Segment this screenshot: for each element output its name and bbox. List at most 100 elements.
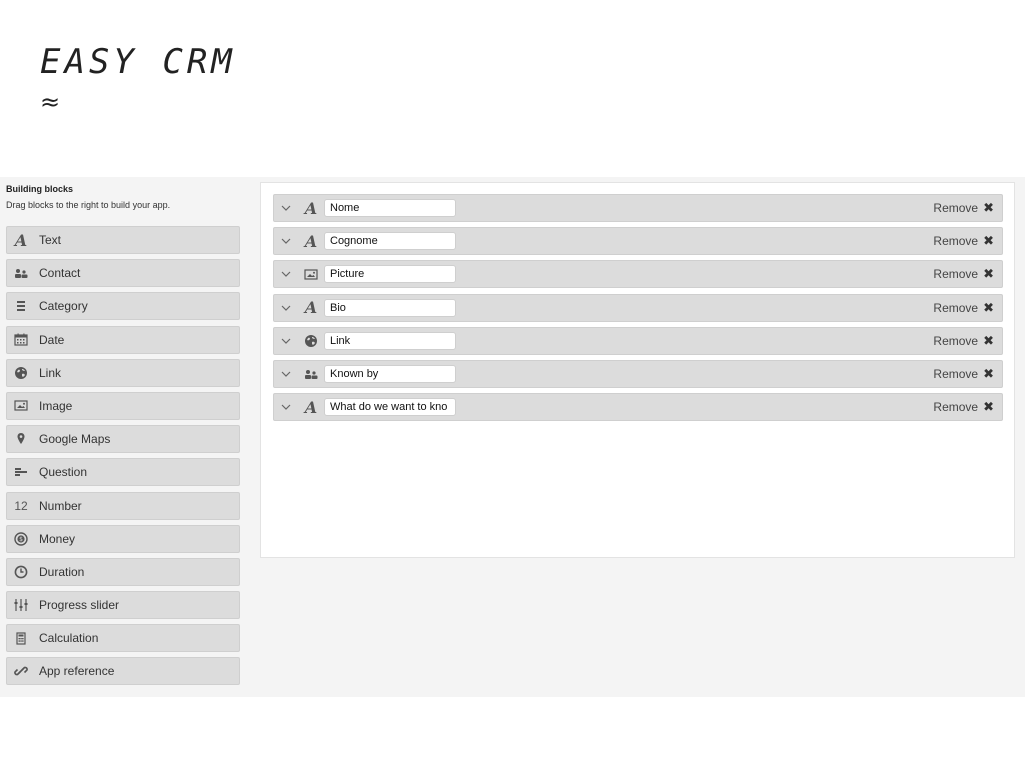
block-number[interactable]: 12 Number: [6, 491, 240, 520]
field-row[interactable]: A Remove ✖: [273, 227, 1003, 256]
block-list: A Text Contact Category Date Link Image Google …: [6, 226, 240, 691]
field-row[interactable]: A Remove ✖: [273, 293, 1003, 322]
text-icon: A: [304, 298, 318, 318]
field-name-input[interactable]: [324, 232, 456, 251]
text-icon: A: [304, 231, 318, 251]
block-image[interactable]: Image: [6, 391, 240, 420]
clock-icon: [7, 565, 35, 579]
brand-wave-mark: ≈: [40, 88, 61, 116]
block-label: Question: [39, 465, 88, 480]
app-title: EASY CRM: [40, 42, 236, 82]
remove-field-button[interactable]: Remove ✖: [933, 295, 994, 321]
field-row[interactable]: Remove ✖: [273, 359, 1003, 388]
chevron-down-icon[interactable]: [274, 205, 298, 211]
image-icon: [298, 269, 324, 280]
field-name-input[interactable]: [324, 199, 456, 217]
slider-icon: [7, 598, 35, 612]
globe-icon: [298, 334, 324, 348]
remove-field-button[interactable]: Remove ✖: [933, 328, 994, 354]
chevron-down-icon[interactable]: [274, 238, 298, 245]
app-builder-area: Building blocks Drag blocks to the right…: [0, 177, 1025, 697]
close-icon: ✖: [983, 332, 994, 348]
block-contact[interactable]: Contact: [6, 259, 240, 288]
remove-label: Remove: [933, 300, 979, 315]
block-money[interactable]: $ Money: [6, 524, 240, 553]
block-question[interactable]: Question: [6, 458, 240, 487]
remove-field-button[interactable]: Remove ✖: [933, 394, 994, 420]
block-label: Google Maps: [39, 432, 111, 447]
field-name-input[interactable]: [324, 265, 456, 284]
field-row[interactable]: A Remove ✖: [273, 194, 1003, 222]
app-canvas: A Remove ✖ A Remove ✖ Remove ✖ A Remove ✖ Remove ✖ Re…: [260, 182, 1015, 558]
field-row[interactable]: Remove ✖: [273, 260, 1003, 289]
block-label: App reference: [39, 664, 115, 679]
remove-label: Remove: [933, 366, 979, 381]
block-label: Money: [39, 531, 76, 546]
field-name-input[interactable]: [324, 364, 456, 383]
block-label: Category: [39, 299, 88, 314]
building-blocks-sidebar: Building blocks Drag blocks to the right…: [6, 183, 242, 211]
field-row[interactable]: Remove ✖: [273, 326, 1003, 355]
text-icon: A: [304, 198, 318, 218]
close-icon: ✖: [983, 365, 994, 381]
block-label: Number: [39, 498, 82, 513]
remove-field-button[interactable]: Remove ✖: [933, 261, 994, 287]
block-google-maps[interactable]: Google Maps: [6, 425, 240, 454]
close-icon: ✖: [983, 399, 994, 415]
svg-text:$: $: [19, 536, 23, 543]
remove-field-button[interactable]: Remove ✖: [933, 195, 994, 221]
image-icon: [7, 400, 35, 412]
block-category[interactable]: Category: [6, 292, 240, 321]
money-icon: $: [7, 531, 35, 546]
contact-icon: [298, 369, 324, 379]
field-list: A Remove ✖ A Remove ✖ Remove ✖ A Remove ✖ Remove ✖ Re…: [273, 194, 1003, 426]
chevron-down-icon[interactable]: [274, 371, 298, 377]
calculator-icon: [7, 632, 35, 645]
close-icon: ✖: [983, 266, 994, 282]
chevron-down-icon[interactable]: [274, 271, 298, 278]
block-app-reference[interactable]: App reference: [6, 657, 240, 686]
sidebar-title: Building blocks: [6, 184, 74, 194]
block-label: Date: [39, 332, 65, 347]
field-name-input[interactable]: [324, 331, 456, 350]
calendar-icon: [7, 333, 35, 346]
block-label: Image: [39, 398, 73, 413]
close-icon: ✖: [983, 233, 994, 249]
sidebar-subtitle: Drag blocks to the right to build your a…: [6, 200, 171, 210]
text-icon: A: [304, 397, 318, 417]
number-icon: 12: [14, 498, 28, 513]
block-label: Duration: [39, 564, 85, 579]
page: EASY CRM ≈ Building blocks Drag blocks t…: [0, 0, 1025, 769]
block-date[interactable]: Date: [6, 325, 240, 354]
block-link[interactable]: Link: [6, 358, 240, 387]
category-icon: [7, 300, 35, 312]
remove-field-button[interactable]: Remove ✖: [933, 228, 994, 254]
block-text[interactable]: A Text: [6, 226, 240, 254]
remove-label: Remove: [933, 267, 979, 282]
close-icon: ✖: [983, 200, 994, 215]
field-name-input[interactable]: [324, 298, 456, 317]
chevron-down-icon[interactable]: [274, 338, 298, 344]
block-label: Progress slider: [39, 598, 120, 613]
remove-field-button[interactable]: Remove ✖: [933, 361, 994, 387]
contact-icon: [7, 268, 35, 279]
map-pin-icon: [7, 433, 35, 445]
remove-label: Remove: [933, 333, 979, 348]
block-label: Link: [39, 365, 62, 380]
block-progress-slider[interactable]: Progress slider: [6, 591, 240, 620]
field-name-input[interactable]: [324, 398, 456, 417]
block-duration[interactable]: Duration: [6, 557, 240, 586]
globe-icon: [7, 366, 35, 380]
question-icon: [7, 467, 35, 477]
remove-label: Remove: [933, 234, 979, 249]
chain-link-icon: [7, 664, 35, 678]
field-row[interactable]: A Remove ✖: [273, 393, 1003, 422]
chevron-down-icon[interactable]: [274, 305, 298, 311]
block-label: Calculation: [39, 631, 99, 646]
remove-label: Remove: [933, 400, 979, 415]
block-label: Contact: [39, 266, 81, 281]
block-label: Text: [39, 233, 62, 247]
chevron-down-icon[interactable]: [274, 404, 298, 410]
remove-label: Remove: [933, 201, 979, 215]
block-calculation[interactable]: Calculation: [6, 624, 240, 653]
